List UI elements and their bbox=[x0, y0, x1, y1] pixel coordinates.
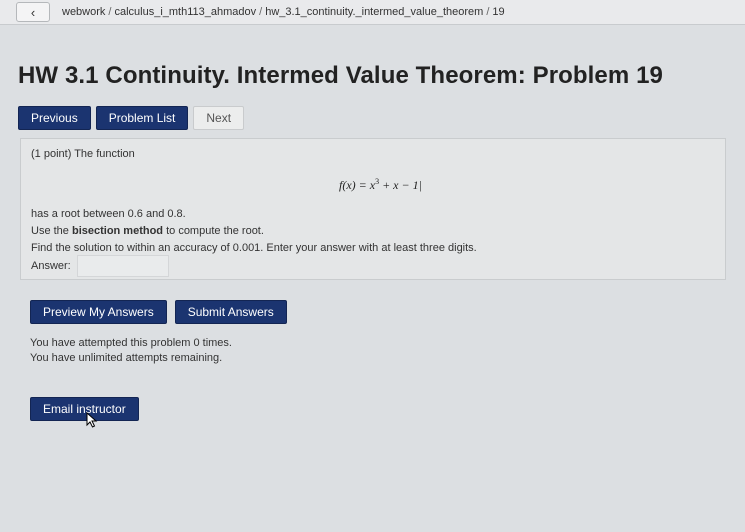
problem-text: has a root between 0.6 and 0.8. Use the … bbox=[31, 206, 477, 257]
problem-intro: (1 point) The function bbox=[31, 148, 135, 160]
breadcrumb-item-problem: 19 bbox=[492, 6, 505, 18]
breadcrumb-item-course[interactable]: calculus_i_mth113_ahmadov bbox=[114, 6, 256, 18]
problem-box: (1 point) The function f(x) = x3 + x − 1… bbox=[20, 138, 726, 280]
page-title: HW 3.1 Continuity. Intermed Value Theore… bbox=[18, 62, 663, 89]
breadcrumb: webwork / calculus_i_mth113_ahmadov / hw_3.1… bbox=[62, 6, 505, 18]
breadcrumb-item-set[interactable]: hw_3.1_continuity._intermed_value_theore… bbox=[265, 6, 483, 18]
chevron-left-icon: ‹ bbox=[30, 4, 36, 20]
answer-label: Answer: bbox=[31, 260, 71, 272]
answer-actions: Preview My Answers Submit Answers bbox=[30, 300, 287, 324]
answer-row: Answer: bbox=[31, 255, 169, 277]
breadcrumb-item-webwork[interactable]: webwork bbox=[62, 6, 105, 18]
problem-formula: f(x) = x3 + x − 1| bbox=[339, 177, 422, 193]
breadcrumb-bar: ‹ webwork / calculus_i_mth113_ahmadov / hw_3… bbox=[0, 0, 745, 25]
mouse-cursor-icon bbox=[86, 412, 98, 428]
answer-input[interactable] bbox=[76, 255, 169, 277]
problem-list-button[interactable]: Problem List bbox=[95, 106, 189, 130]
attempts-count: You have attempted this problem 0 times. bbox=[30, 337, 232, 349]
problem-line-root-interval: has a root between 0.6 and 0.8. bbox=[31, 208, 186, 220]
previous-button[interactable]: Previous bbox=[18, 106, 91, 130]
formula-lhs: f(x) = x bbox=[339, 178, 376, 192]
submit-answers-button[interactable]: Submit Answers bbox=[174, 300, 287, 324]
formula-rhs: + x − 1| bbox=[379, 178, 422, 192]
problem-navigation: Previous Problem List Next bbox=[18, 106, 245, 130]
preview-answers-button[interactable]: Preview My Answers bbox=[30, 300, 167, 324]
back-button[interactable]: ‹ bbox=[16, 2, 50, 22]
bisection-method-emphasis: bisection method bbox=[71, 225, 164, 237]
problem-line-method: Use the bisection method to compute the … bbox=[31, 225, 264, 237]
attempts-info: You have attempted this problem 0 times.… bbox=[30, 336, 232, 366]
email-instructor-button[interactable]: Email instructor bbox=[30, 397, 139, 421]
attempts-remaining: You have unlimited attempts remaining. bbox=[30, 352, 223, 364]
next-button[interactable]: Next bbox=[193, 106, 245, 130]
